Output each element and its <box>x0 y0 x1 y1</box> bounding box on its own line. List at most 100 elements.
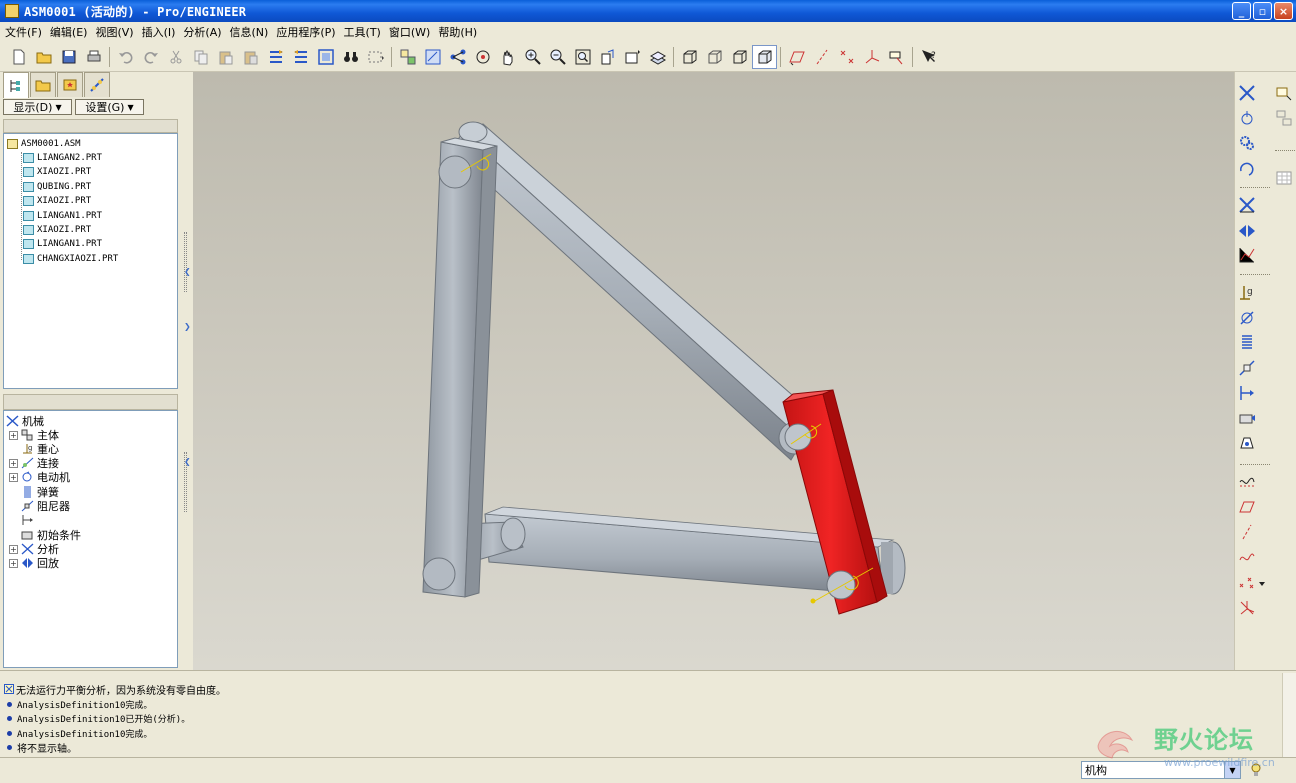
assembly-icon[interactable] <box>395 45 420 69</box>
damper-icon[interactable] <box>1236 357 1258 379</box>
pan-hand-icon[interactable] <box>495 45 520 69</box>
cam-icon[interactable] <box>1236 157 1258 179</box>
settings-dropdown[interactable]: 设置(G) ▼ <box>75 99 144 115</box>
mechanism-icon[interactable] <box>1236 82 1258 104</box>
open-folder-icon[interactable] <box>31 45 56 69</box>
collapse-arrow-icon[interactable]: ❮ <box>184 457 191 466</box>
datum-point-icon[interactable] <box>834 45 859 69</box>
tree-item[interactable]: LIANGAN1.PRT <box>23 237 102 251</box>
gravity-icon[interactable]: g <box>1236 282 1258 304</box>
tree-item[interactable]: QUBING.PRT <box>23 180 91 194</box>
spring-icon[interactable] <box>1236 332 1258 354</box>
wireframe-icon[interactable] <box>677 45 702 69</box>
tree-item[interactable]: CHANGXIAOZI.PRT <box>23 252 118 266</box>
expand-icon[interactable]: + <box>9 472 18 482</box>
close-button[interactable]: × <box>1274 2 1293 20</box>
copy-icon[interactable] <box>188 45 213 69</box>
expand-icon[interactable]: + <box>9 558 18 568</box>
no-hidden-icon[interactable] <box>727 45 752 69</box>
expand-arrow-icon[interactable]: ❯ <box>184 322 191 331</box>
tree-item[interactable]: XIAOZI.PRT <box>23 194 91 208</box>
display-dropdown[interactable]: 显示(D) ▼ <box>3 99 72 115</box>
link-diagonal[interactable] <box>450 121 824 461</box>
gear-icon[interactable] <box>1236 132 1258 154</box>
sketch-view-icon[interactable] <box>420 45 445 69</box>
reorient-icon[interactable] <box>595 45 620 69</box>
axis-icon[interactable] <box>1236 521 1258 543</box>
playback-icon[interactable] <box>1236 220 1258 242</box>
mech-item-dampers[interactable]: 阻尼器 <box>21 499 70 513</box>
hidden-line-icon[interactable] <box>702 45 727 69</box>
point-icon[interactable] <box>1236 572 1258 594</box>
menu-view[interactable]: 视图(V) <box>94 24 140 40</box>
collapse-arrow-icon[interactable]: ❮ <box>184 267 191 276</box>
paste-special-icon[interactable] <box>238 45 263 69</box>
binoculars-icon[interactable] <box>338 45 363 69</box>
coordinate-system-icon[interactable] <box>1236 597 1258 619</box>
model-tree-tab[interactable] <box>3 72 29 98</box>
save-icon[interactable] <box>56 45 81 69</box>
datum-display-icon[interactable] <box>1273 107 1295 129</box>
regenerate-icon[interactable] <box>263 45 288 69</box>
layers-icon[interactable] <box>645 45 670 69</box>
undo-icon[interactable] <box>113 45 138 69</box>
zoom-out-icon[interactable] <box>545 45 570 69</box>
redo-icon[interactable] <box>138 45 163 69</box>
shading-icon[interactable] <box>752 44 777 69</box>
favorites-tab[interactable] <box>57 72 83 97</box>
menu-help[interactable]: 帮助(H) <box>437 24 484 40</box>
sketcher-icon[interactable] <box>1273 82 1295 104</box>
mech-item-playbacks[interactable]: + 回放 <box>9 556 59 570</box>
select-box-icon[interactable] <box>363 45 388 69</box>
menu-file[interactable]: 文件(F) <box>4 24 49 40</box>
coordinate-system-icon[interactable] <box>859 45 884 69</box>
saved-views-icon[interactable] <box>620 45 645 69</box>
mech-item-analyses[interactable]: + 分析 <box>9 542 59 556</box>
cut-icon[interactable] <box>163 45 188 69</box>
mech-item-connections[interactable]: + 连接 <box>9 456 59 470</box>
servo-motor-icon[interactable] <box>1236 194 1258 216</box>
panel-splitter[interactable]: ❮ ❯ ❮ <box>182 72 192 670</box>
maximize-button[interactable]: ▫ <box>1253 2 1272 20</box>
menu-edit[interactable]: 编辑(E) <box>49 24 95 40</box>
drag-icon[interactable] <box>1236 107 1258 129</box>
tree-root[interactable]: ASM0001.ASM <box>7 137 81 151</box>
tree-item[interactable]: LIANGAN1.PRT <box>23 209 102 223</box>
measure-graph-icon[interactable] <box>1236 244 1258 266</box>
motor-icon[interactable] <box>1236 307 1258 329</box>
context-help-icon[interactable]: ? <box>916 45 941 69</box>
point-dropdown-icon[interactable] <box>1257 572 1267 594</box>
new-file-icon[interactable] <box>6 45 31 69</box>
mech-item-motors[interactable]: + 电动机 <box>9 470 70 484</box>
mech-item-springs[interactable]: 弹簧 <box>21 485 59 499</box>
menu-applications[interactable]: 应用程序(P) <box>275 24 342 40</box>
datum-axis-icon[interactable] <box>809 45 834 69</box>
menu-window[interactable]: 窗口(W) <box>388 24 437 40</box>
tree-item[interactable]: LIANGAN2.PRT <box>23 151 102 165</box>
force-torque-icon[interactable] <box>1236 382 1258 404</box>
datum-plane-icon[interactable] <box>784 45 809 69</box>
zoom-in-icon[interactable] <box>520 45 545 69</box>
tree-item[interactable]: XIAOZI.PRT <box>23 165 91 179</box>
connection-icon[interactable] <box>445 45 470 69</box>
minimize-button[interactable]: _ <box>1232 2 1251 20</box>
expand-icon[interactable]: + <box>9 430 18 440</box>
mech-item-initial-conditions[interactable]: 初始条件 <box>21 528 81 542</box>
regen-manager-icon[interactable] <box>288 45 313 69</box>
mech-item-bodies[interactable]: + 主体 <box>9 428 59 442</box>
spin-center-icon[interactable] <box>470 45 495 69</box>
curve-icon[interactable] <box>1236 546 1258 568</box>
tree-item[interactable]: XIAOZI.PRT <box>23 223 91 237</box>
expand-icon[interactable]: + <box>9 544 18 554</box>
sketch-wave-icon[interactable] <box>1236 470 1258 492</box>
menu-analysis[interactable]: 分析(A) <box>182 24 228 40</box>
annotation-icon[interactable] <box>884 45 909 69</box>
menu-tools[interactable]: 工具(T) <box>343 24 388 40</box>
mech-item-center-of-gravity[interactable]: g 重心 <box>21 442 59 456</box>
folder-browser-tab[interactable] <box>30 72 56 97</box>
mechanism-root[interactable]: 机械 <box>6 414 44 428</box>
paste-icon[interactable] <box>213 45 238 69</box>
table-icon[interactable] <box>1273 167 1295 189</box>
menu-insert[interactable]: 插入(I) <box>141 24 183 40</box>
find-icon[interactable] <box>313 45 338 69</box>
